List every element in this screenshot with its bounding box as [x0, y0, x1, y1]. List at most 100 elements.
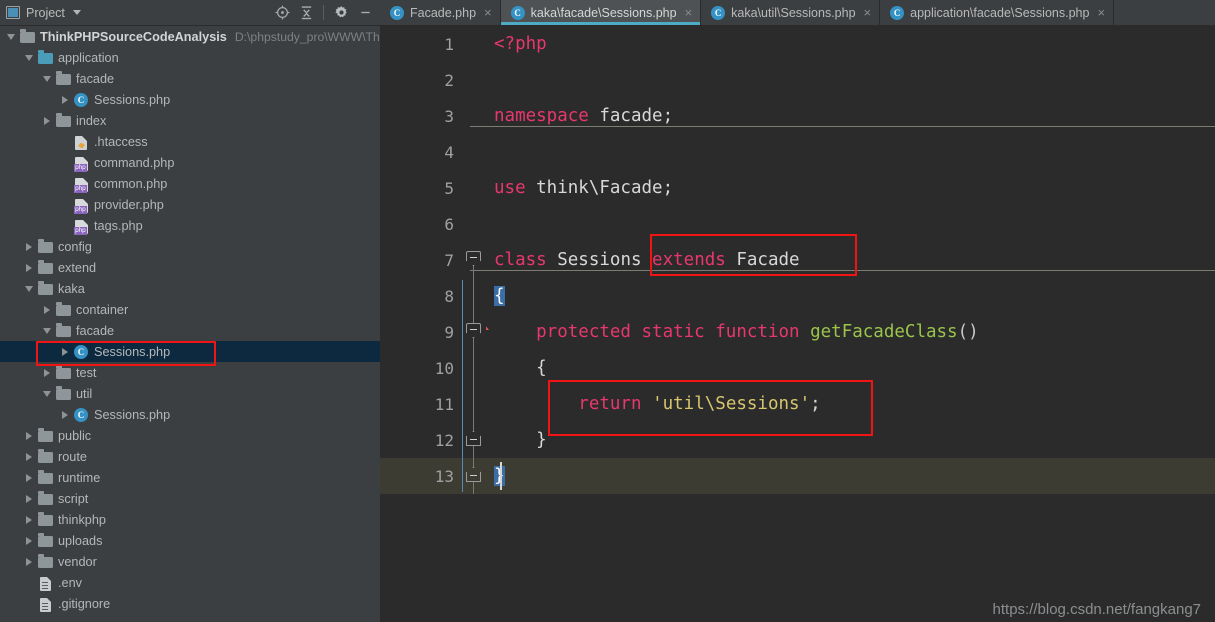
line-number-gutter[interactable]: 7 [380, 242, 462, 278]
line-number-gutter[interactable]: 11 [380, 386, 462, 422]
code-folding-gutter[interactable] [462, 206, 486, 242]
code-line-12[interactable]: 12 } [380, 422, 1215, 458]
tree-item-public[interactable]: public [0, 425, 380, 446]
tree-item-sessions-php[interactable]: C Sessions.php [0, 404, 380, 425]
code-line-5[interactable]: 5 use think\Facade; [380, 170, 1215, 206]
code-folding-gutter[interactable] [462, 386, 486, 422]
code-editor[interactable]: 1 <?php 2 3 namespace facade; 4 5 use think\Fac… [380, 26, 1215, 622]
code-line-4[interactable]: 4 [380, 134, 1215, 170]
tree-item-common-php[interactable]: common.php [0, 173, 380, 194]
close-icon[interactable]: × [1097, 6, 1105, 19]
code-folding-gutter[interactable] [462, 134, 486, 170]
chevron-down-icon[interactable] [40, 75, 54, 82]
tree-item-env[interactable]: .env [0, 572, 380, 593]
tree-item-script[interactable]: script [0, 488, 380, 509]
code-folding-gutter[interactable] [462, 98, 486, 134]
close-icon[interactable]: × [484, 6, 492, 19]
chevron-right-icon[interactable] [22, 452, 36, 461]
code-line-1[interactable]: 1 <?php [380, 26, 1215, 62]
tree-item-uploads[interactable]: uploads [0, 530, 380, 551]
chevron-right-icon[interactable] [40, 305, 54, 314]
chevron-down-icon[interactable] [4, 33, 18, 40]
code-line-9[interactable]: 9O protected static function getFacadeCl… [380, 314, 1215, 350]
line-number-gutter[interactable]: 13 [380, 458, 462, 494]
editor-tab-2[interactable]: C kaka\util\Sessions.php × [701, 0, 881, 25]
chevron-right-icon[interactable] [22, 494, 36, 503]
tree-item-htaccess[interactable]: .htaccess [0, 131, 380, 152]
editor-tab-3[interactable]: C application\facade\Sessions.php × [880, 0, 1115, 25]
code-folding-gutter[interactable] [462, 278, 486, 314]
chevron-right-icon[interactable] [40, 116, 54, 125]
line-number-gutter[interactable]: 4 [380, 134, 462, 170]
code-line-7[interactable]: 7 class Sessions extends Facade [380, 242, 1215, 278]
code-line-text[interactable]: protected static function getFacadeClass… [486, 314, 1215, 350]
tree-item-container[interactable]: container [0, 299, 380, 320]
code-area[interactable]: 1 <?php 2 3 namespace facade; 4 5 use think\Fac… [380, 26, 1215, 494]
code-line-text[interactable]: <?php [486, 26, 1215, 62]
tree-item-runtime[interactable]: runtime [0, 467, 380, 488]
code-folding-gutter[interactable] [462, 242, 486, 278]
line-number-gutter[interactable]: 9O [380, 314, 489, 350]
chevron-right-icon[interactable] [22, 515, 36, 524]
code-line-8[interactable]: 8{ [380, 278, 1215, 314]
code-line-text[interactable]: return 'util\Sessions'; [486, 386, 1215, 422]
chevron-down-icon[interactable] [72, 10, 81, 15]
chevron-right-icon[interactable] [40, 368, 54, 377]
code-line-text[interactable]: } [486, 458, 1215, 494]
code-folding-gutter[interactable] [462, 422, 486, 458]
fold-toggle-9[interactable] [466, 323, 481, 338]
chevron-right-icon[interactable] [22, 557, 36, 566]
chevron-right-icon[interactable] [58, 410, 72, 419]
chevron-right-icon[interactable] [22, 242, 36, 251]
tree-item-sessions-php[interactable]: C Sessions.php [0, 89, 380, 110]
chevron-right-icon[interactable] [22, 431, 36, 440]
chevron-right-icon[interactable] [22, 473, 36, 482]
tree-item-facade[interactable]: facade [0, 320, 380, 341]
code-line-2[interactable]: 2 [380, 62, 1215, 98]
code-folding-gutter[interactable] [462, 170, 486, 206]
code-line-13[interactable]: 13} [380, 458, 1215, 494]
line-number-gutter[interactable]: 6 [380, 206, 462, 242]
minimize-icon[interactable] [354, 2, 376, 24]
fold-toggle-7[interactable] [466, 251, 481, 266]
tree-item-kaka[interactable]: kaka [0, 278, 380, 299]
code-line-3[interactable]: 3 namespace facade; [380, 98, 1215, 134]
code-line-text[interactable]: use think\Facade; [486, 170, 1215, 206]
gear-icon[interactable] [330, 2, 352, 24]
tree-item-command-php[interactable]: command.php [0, 152, 380, 173]
close-icon[interactable]: × [685, 6, 693, 19]
editor-tab-1[interactable]: C kaka\facade\Sessions.php × [500, 0, 702, 25]
line-number-gutter[interactable]: 10 [380, 350, 462, 386]
tree-item-sessions-php[interactable]: C Sessions.php [0, 341, 380, 366]
code-line-text[interactable]: { [486, 350, 1215, 386]
line-number-gutter[interactable]: 3 [380, 98, 462, 134]
tree-item-provider-php[interactable]: provider.php [0, 194, 380, 215]
tree-item-thinkphpsourcecodeanalysis[interactable]: ThinkPHPSourceCodeAnalysis D:\phpstudy_pr… [0, 26, 380, 47]
chevron-down-icon[interactable] [40, 327, 54, 334]
code-line-text[interactable]: namespace facade; [486, 98, 1215, 134]
tree-item-test[interactable]: test [0, 362, 380, 383]
chevron-right-icon[interactable] [58, 95, 72, 104]
collapse-all-icon[interactable] [295, 2, 317, 24]
code-line-11[interactable]: 11 return 'util\Sessions'; [380, 386, 1215, 422]
line-number-gutter[interactable]: 12 [380, 422, 462, 458]
project-panel-title[interactable]: Project [6, 6, 81, 20]
tree-item-application[interactable]: application [0, 47, 380, 68]
tree-item-util[interactable]: util [0, 383, 380, 404]
project-tree[interactable]: ThinkPHPSourceCodeAnalysis D:\phpstudy_pr… [0, 26, 380, 622]
tree-item-route[interactable]: route [0, 446, 380, 467]
tree-item-facade[interactable]: facade [0, 68, 380, 89]
code-folding-gutter[interactable] [462, 314, 486, 350]
code-line-10[interactable]: 10 { [380, 350, 1215, 386]
chevron-down-icon[interactable] [40, 390, 54, 397]
line-number-gutter[interactable]: 1 [380, 26, 462, 62]
editor-tab-0[interactable]: C Facade.php × [380, 0, 501, 25]
code-folding-gutter[interactable] [462, 62, 486, 98]
fold-toggle-13[interactable] [466, 467, 481, 482]
line-number-gutter[interactable]: 5 [380, 170, 462, 206]
tree-item-thinkphp[interactable]: thinkphp [0, 509, 380, 530]
tree-item-gitignore[interactable]: .gitignore [0, 593, 380, 614]
line-number-gutter[interactable]: 2 [380, 62, 462, 98]
chevron-down-icon[interactable] [22, 54, 36, 61]
locate-target-icon[interactable] [271, 2, 293, 24]
